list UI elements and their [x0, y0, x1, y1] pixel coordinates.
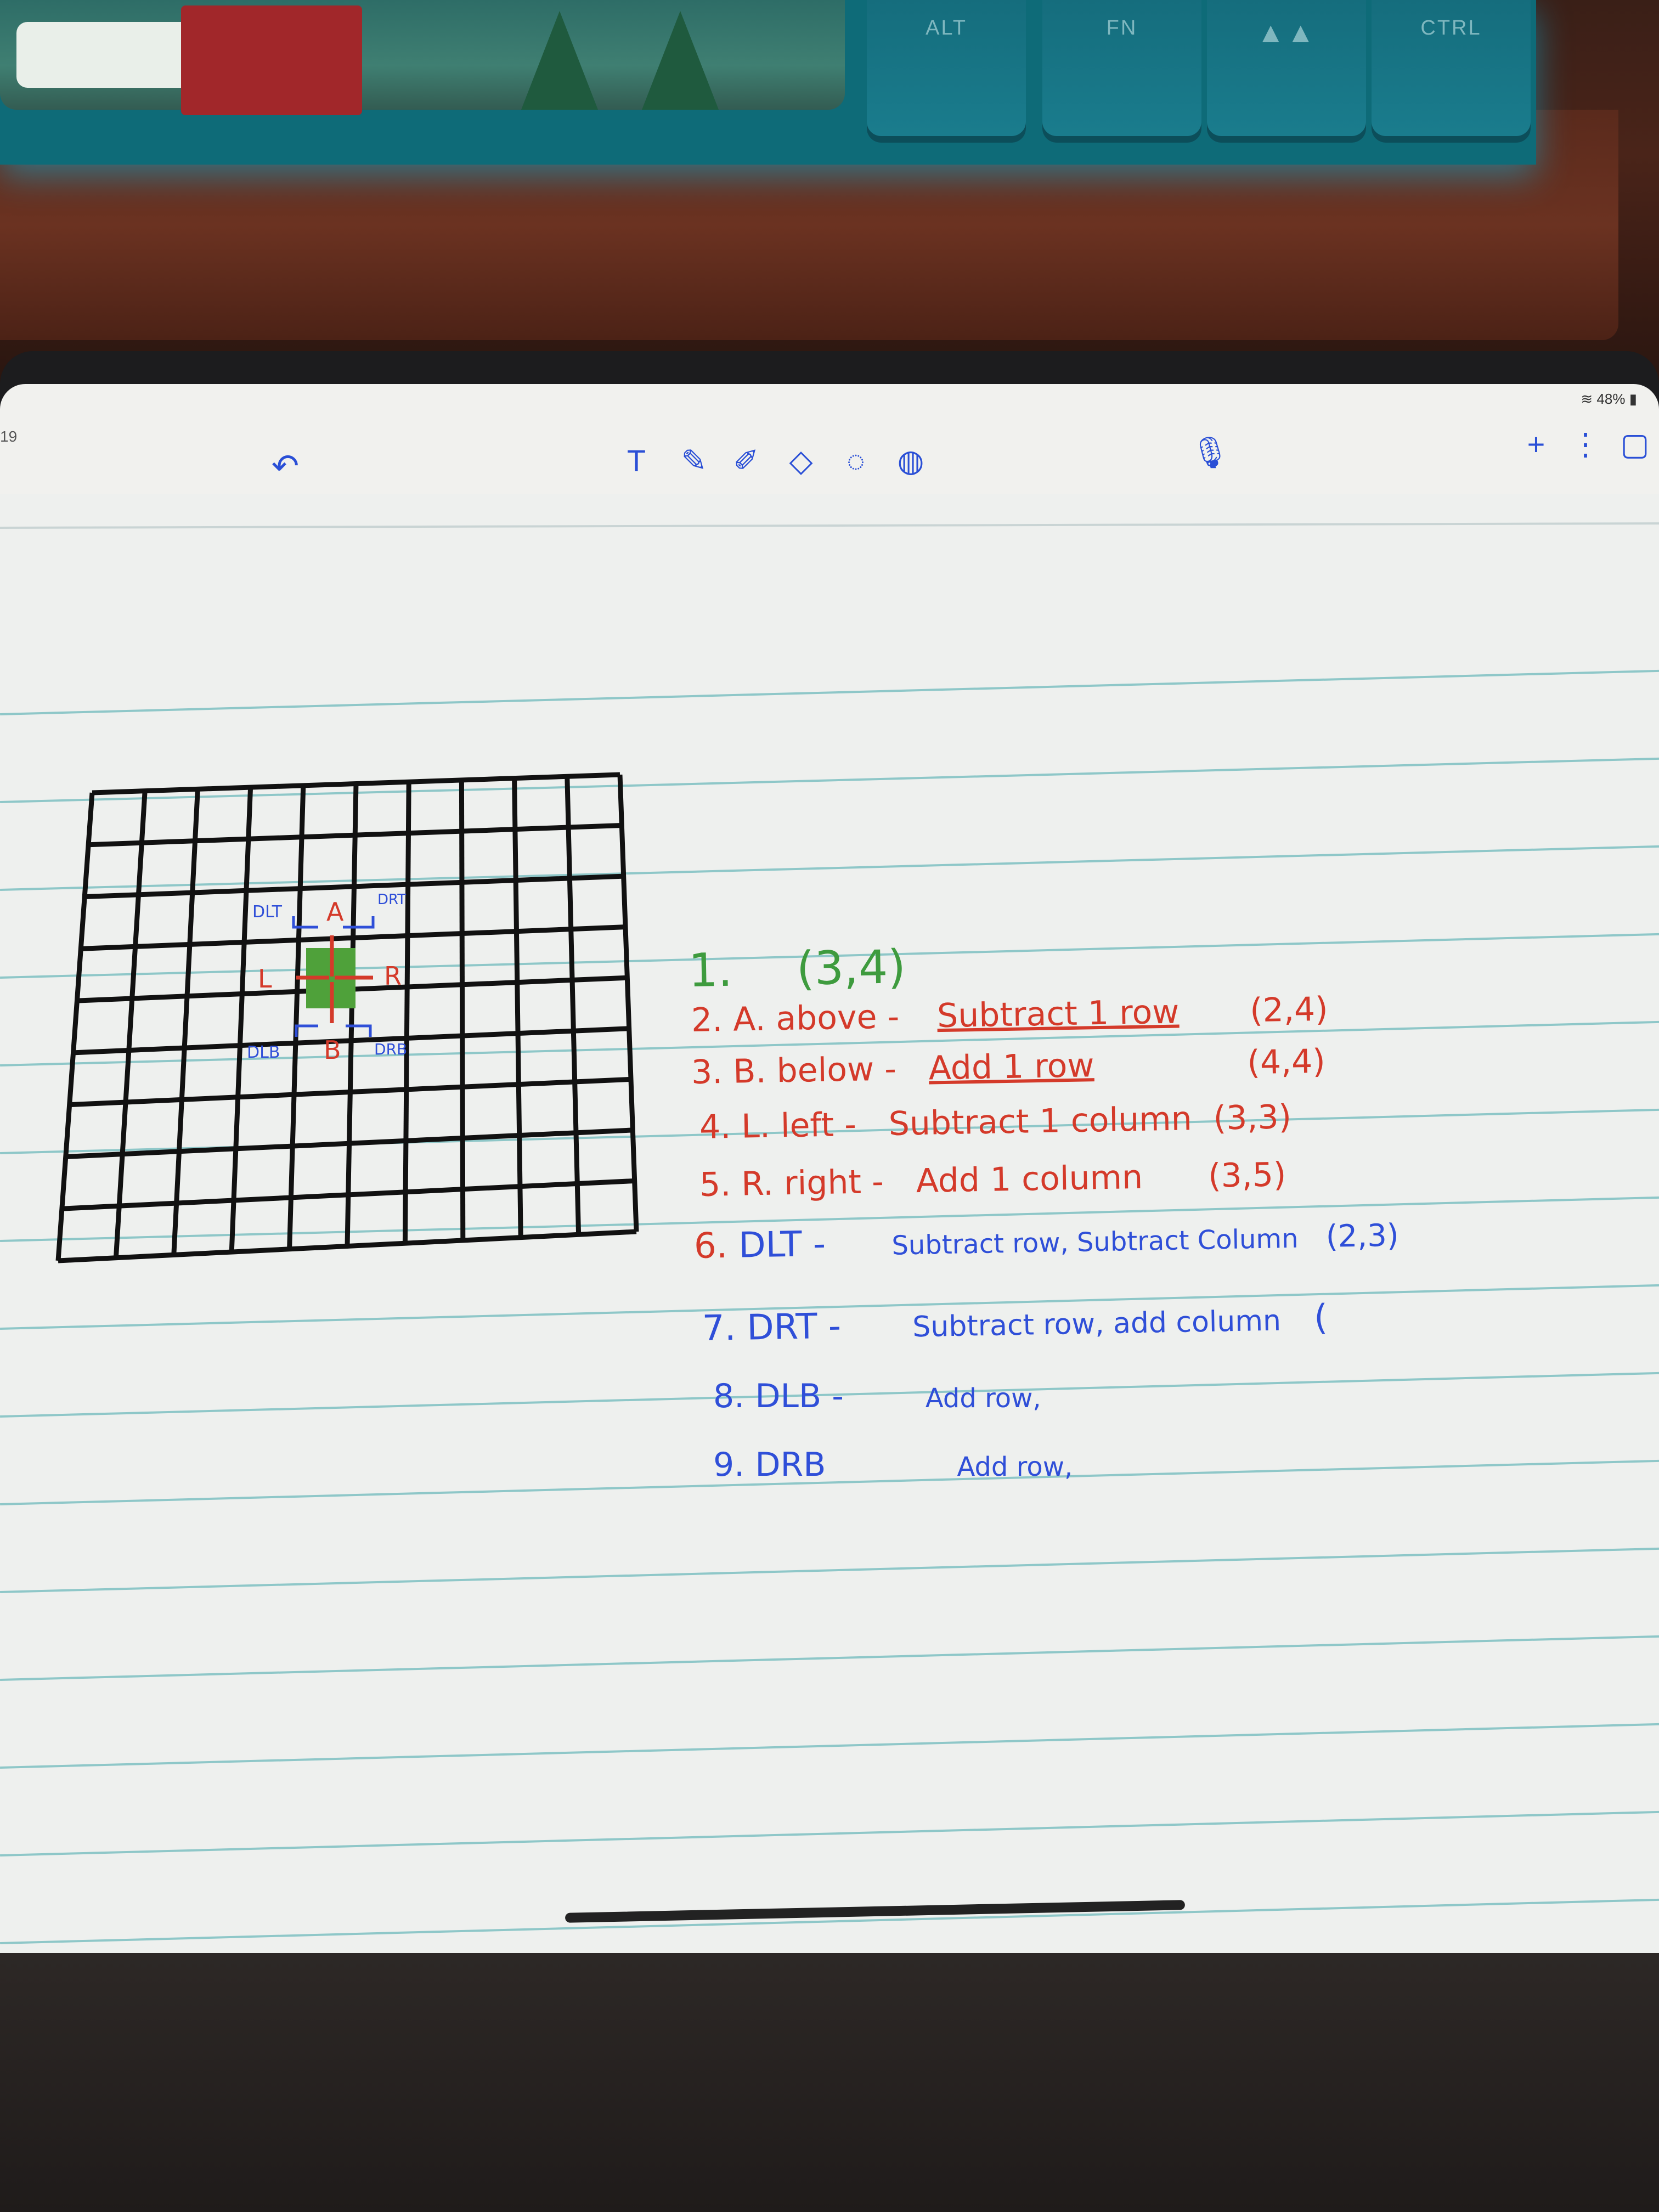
note-4-rule: Subtract 1 column	[888, 1099, 1193, 1143]
note-2-result: (2,4)	[1249, 990, 1329, 1030]
grid-label-a: A	[326, 897, 344, 927]
note-8-number: 8.	[713, 1377, 745, 1415]
grid-column-line	[287, 785, 306, 1249]
note-9-rule: Add row,	[957, 1452, 1073, 1482]
note-1-number: 1.	[688, 943, 733, 997]
note-4-label: L. left -	[741, 1105, 857, 1146]
note-4-result: (3,3)	[1213, 1098, 1292, 1138]
note-line-1: 1. (3,4)	[688, 940, 906, 997]
grid-label-drt: DRT	[377, 891, 406, 908]
grid-label-l: L	[258, 964, 272, 994]
photo-scene: ALT FN ▲▲ CTRL ≋ 48% ▮ 19 ↶ T ✎ ✐ ◇ ◌ ◍ …	[0, 0, 1659, 2212]
note-3-number: 3.	[691, 1053, 723, 1092]
grid-label-b: B	[324, 1035, 341, 1065]
note-5-number: 5.	[699, 1165, 731, 1204]
note-2-rule: Subtract 1 row	[936, 992, 1180, 1036]
note-6-label: DLT -	[738, 1223, 826, 1266]
grid-column-line	[565, 776, 582, 1235]
note-6-number: 6.	[693, 1225, 728, 1267]
note-9-number: 9.	[713, 1446, 745, 1484]
grid-label-drb: DRB	[374, 1040, 407, 1058]
note-line-8: 8. DLB - Add row,	[713, 1377, 1041, 1415]
note-7-number: 7.	[702, 1307, 736, 1349]
note-7-rule: Subtract row, add column	[912, 1304, 1282, 1344]
desk-surface	[0, 1953, 1659, 2212]
note-line-9: 9. DRB Add row,	[713, 1446, 1073, 1484]
grid-column-line	[459, 780, 466, 1240]
grid-column-line	[512, 778, 523, 1238]
grid-column-line	[345, 783, 359, 1246]
grid-lines	[55, 772, 639, 1263]
note-7-label: DRT -	[746, 1306, 842, 1348]
note-3-rule: Add 1 row	[928, 1046, 1095, 1088]
grid-column-line	[171, 789, 200, 1255]
arrow-drt	[343, 916, 375, 929]
note-1-coordinates: (3,4)	[795, 940, 906, 996]
note-5-rule: Add 1 column	[916, 1158, 1143, 1201]
note-6-rule: Subtract row, Subtract Column	[891, 1223, 1299, 1261]
note-3-label: B. below -	[732, 1049, 897, 1091]
grid-column-line	[402, 782, 411, 1244]
note-3-result: (4,4)	[1246, 1042, 1326, 1082]
note-9-label: DRB	[755, 1446, 826, 1484]
note-8-label: DLB -	[755, 1377, 844, 1415]
note-8-rule: Add row,	[925, 1383, 1041, 1414]
note-2-number: 2.	[691, 1001, 723, 1040]
note-5-result: (3,5)	[1207, 1155, 1286, 1195]
grid-column-line	[617, 774, 639, 1232]
grid-column-line	[229, 787, 253, 1252]
grid-label-r: R	[384, 961, 402, 991]
grid-label-dlb: DLB	[247, 1043, 280, 1062]
note-2-label: A. above -	[732, 997, 900, 1039]
arrow-dlb	[295, 1024, 318, 1037]
note-4-number: 4.	[699, 1108, 731, 1147]
grid-column-line	[55, 792, 95, 1261]
note-6-result: (2,3)	[1325, 1217, 1400, 1255]
note-7-result: (	[1313, 1297, 1328, 1339]
grid-label-dlt: DLT	[252, 902, 283, 922]
grid-column-line	[113, 791, 148, 1258]
note-5-label: R. right -	[741, 1163, 884, 1204]
